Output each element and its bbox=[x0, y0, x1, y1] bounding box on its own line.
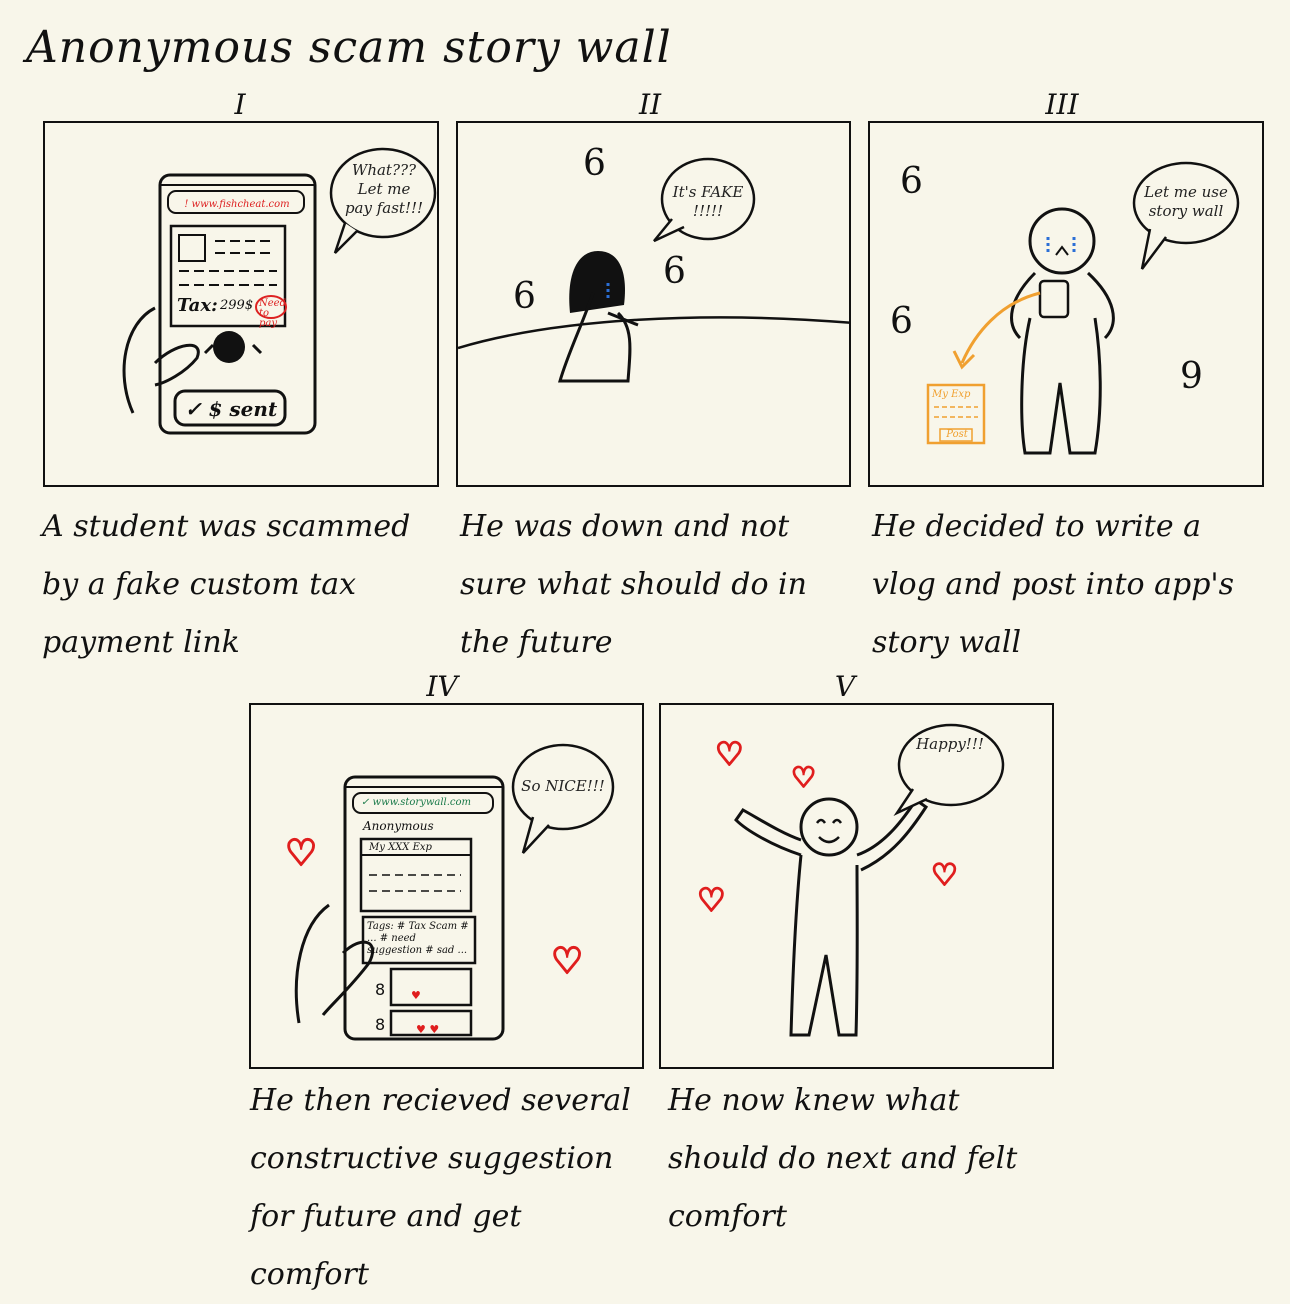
svg-text:♥ ♥: ♥ ♥ bbox=[416, 1023, 439, 1036]
panel-3-numeral: III bbox=[1045, 88, 1079, 121]
panel-2-speech-bubble: It's FAKE !!!!! bbox=[672, 183, 744, 220]
panel-4-caption: He then recieved several constructive su… bbox=[250, 1083, 631, 1292]
phishing-url: ! www.fishcheat.com bbox=[184, 199, 290, 210]
tax-note: Need to pay bbox=[259, 298, 286, 329]
svg-text:9: 9 bbox=[1180, 356, 1203, 397]
svg-text:♡: ♡ bbox=[551, 941, 583, 982]
post-card-button: Post bbox=[946, 429, 968, 440]
svg-text:6: 6 bbox=[900, 161, 923, 202]
panel-3-caption: He decided to write a vlog and post into… bbox=[872, 509, 1235, 660]
panel-3-drawing: 6 6 9 bbox=[890, 161, 1240, 455]
panel-4-numeral: IV bbox=[426, 670, 458, 703]
panel-2-numeral: II bbox=[638, 88, 662, 121]
page-title: Anonymous scam story wall bbox=[26, 22, 672, 73]
story-post-title: My XXX Exp bbox=[369, 842, 432, 853]
panel-2: 6 6 6 It's FAKE !!!!! bbox=[456, 121, 851, 487]
svg-text:6: 6 bbox=[890, 301, 913, 342]
panel-1: ! www.fishcheat.com Tax: 299$ Need to pa… bbox=[43, 121, 439, 487]
panel-3-speech-bubble: Let me use story wall bbox=[1144, 183, 1228, 220]
svg-text:♡: ♡ bbox=[715, 735, 744, 773]
svg-text:♥: ♥ bbox=[411, 989, 421, 1002]
panel-4-drawing: 8 8 ♥ ♥ ♥ ♡ ♡ bbox=[284, 743, 615, 1041]
panel-5-drawing: ♡ ♡ ♡ ♡ bbox=[696, 723, 1005, 1037]
svg-text:♡: ♡ bbox=[791, 761, 816, 794]
svg-text:6: 6 bbox=[663, 251, 686, 292]
anonymous-user: Anonymous bbox=[363, 819, 434, 833]
story-tags: Tags: # Tax Scam # ... # need suggestion… bbox=[367, 921, 469, 956]
panel-4-speech-bubble: So NICE!!! bbox=[521, 777, 605, 795]
panel-5-caption: He now knew what should do next and felt… bbox=[668, 1083, 1018, 1234]
svg-text:8: 8 bbox=[375, 1015, 385, 1034]
panel-1-speech-bubble: What??? Let me pay fast!!! bbox=[344, 161, 424, 217]
sent-button: ✓ $ sent bbox=[184, 397, 278, 421]
svg-text:8: 8 bbox=[375, 980, 385, 999]
storywall-url: ✓ www.storywall.com bbox=[361, 797, 472, 808]
panel-5-speech-bubble: Happy!!! bbox=[916, 735, 984, 753]
panel-2-drawing: 6 6 6 bbox=[458, 143, 849, 383]
panel-1-caption: A student was scammed by a fake custom t… bbox=[42, 509, 411, 660]
svg-text:6: 6 bbox=[513, 276, 536, 317]
tax-label: Tax: bbox=[177, 295, 218, 316]
panel-5-numeral: V bbox=[834, 670, 856, 703]
svg-text:♡: ♡ bbox=[285, 833, 317, 874]
panel-3: 6 6 9 My Exp Post Let me use story wall bbox=[868, 121, 1264, 487]
panel-4: 8 8 ♥ ♥ ♥ ♡ ♡ ✓ www.storywall.com Anonym… bbox=[249, 703, 644, 1069]
svg-text:♡: ♡ bbox=[931, 858, 958, 893]
panel-5: ♡ ♡ ♡ ♡ Happy!!! bbox=[659, 703, 1054, 1069]
svg-text:♡: ♡ bbox=[697, 881, 726, 919]
post-card-title: My Exp bbox=[932, 389, 971, 400]
panel-2-caption: He was down and not sure what should do … bbox=[460, 509, 807, 660]
panel-1-numeral: I bbox=[234, 88, 246, 121]
tax-value: 299$ bbox=[220, 298, 254, 313]
svg-text:6: 6 bbox=[583, 143, 606, 184]
